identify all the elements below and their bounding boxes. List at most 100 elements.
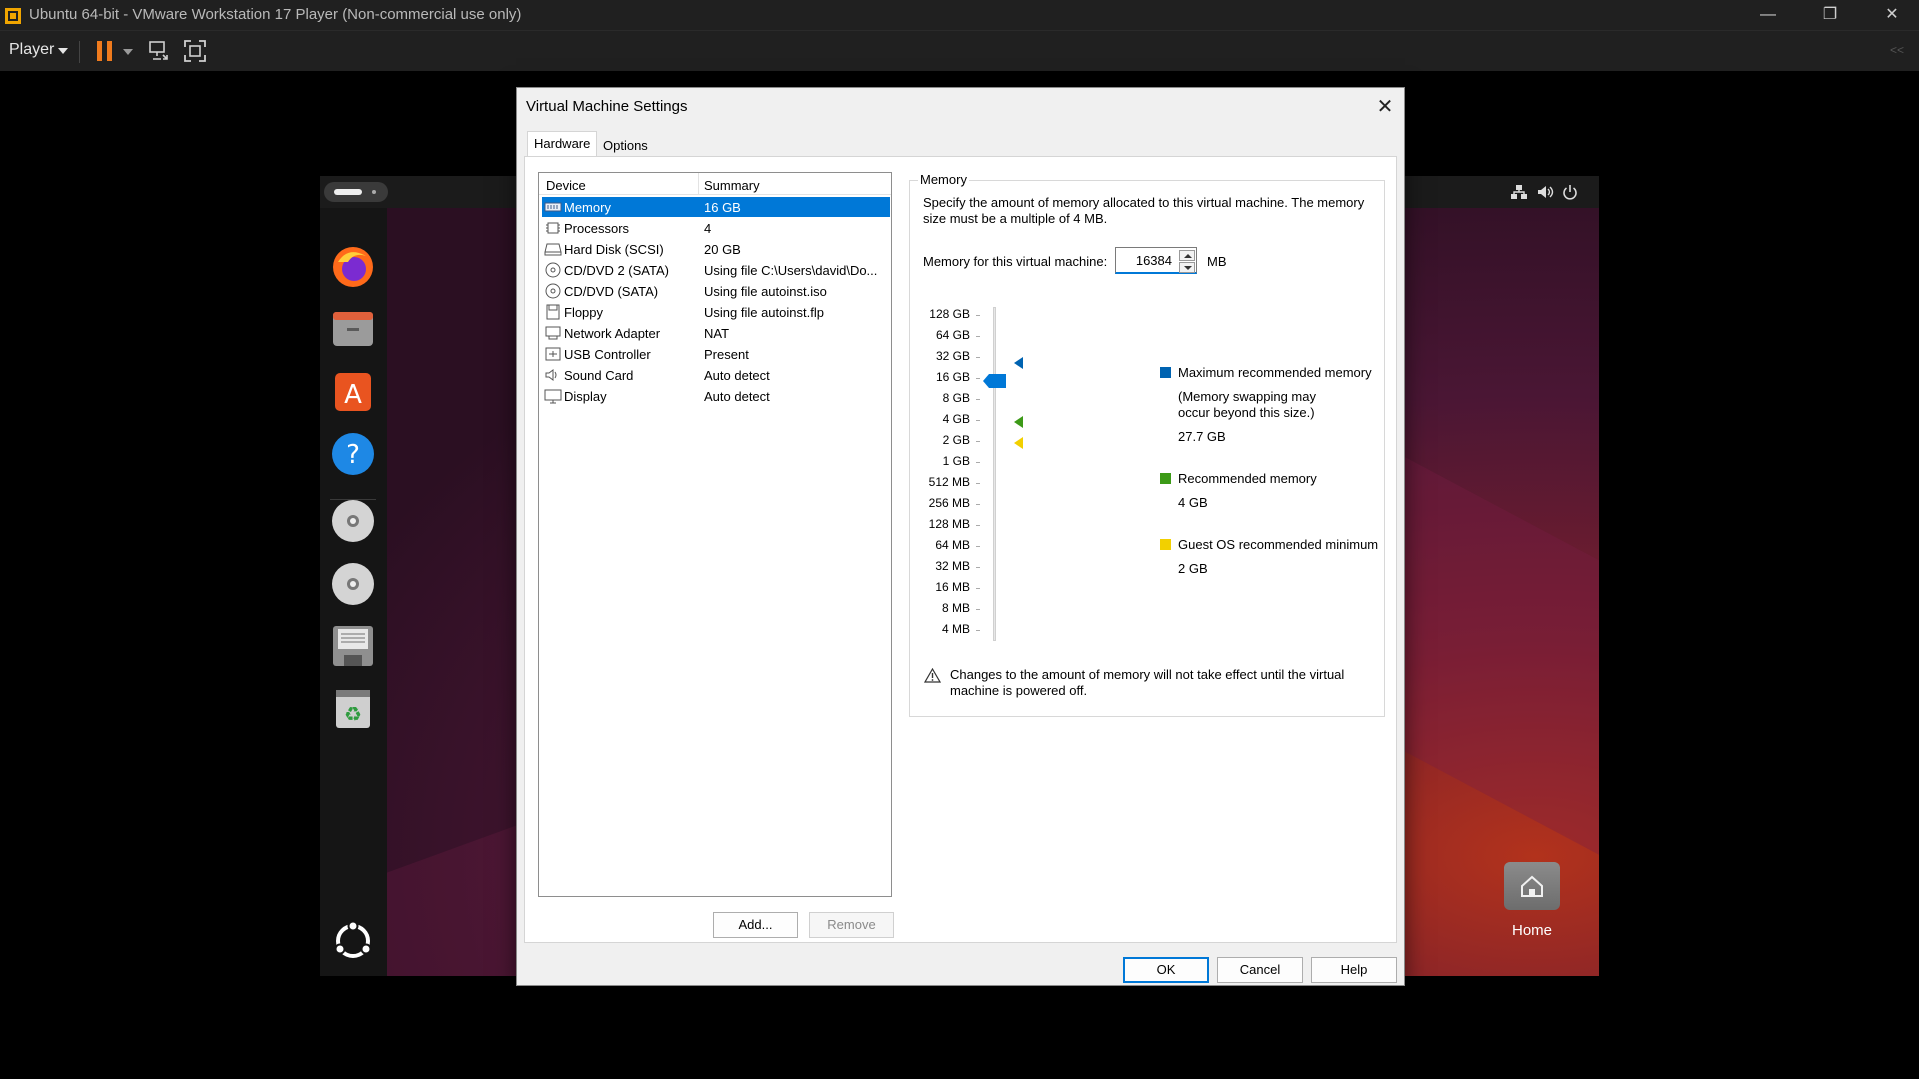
- files-icon[interactable]: [330, 306, 376, 352]
- cd-drive-icon[interactable]: [330, 498, 376, 544]
- column-header-summary[interactable]: Summary: [704, 178, 760, 193]
- device-summary: 16 GB: [704, 200, 741, 215]
- window-title: Ubuntu 64-bit - VMware Workstation 17 Pl…: [29, 6, 522, 23]
- max-recommended-note: (Memory swapping may occur beyond this s…: [1178, 389, 1316, 420]
- device-row-processors[interactable]: Processors 4: [542, 218, 890, 238]
- scale-tick: [976, 609, 980, 610]
- house-icon: [1521, 875, 1543, 897]
- recommended-label: Recommended memory: [1178, 471, 1317, 486]
- device-name: USB Controller: [564, 347, 651, 362]
- device-name: CD/DVD (SATA): [564, 284, 659, 299]
- show-apps-icon[interactable]: [330, 918, 376, 964]
- home-folder-label: Home: [1511, 922, 1552, 939]
- scale-tick: [976, 336, 980, 337]
- memory-field-label: Memory for this virtual machine:: [923, 254, 1108, 269]
- scale-tick: [976, 357, 980, 358]
- scale-tick: [976, 630, 980, 631]
- restore-icon[interactable]: ❐: [1799, 0, 1861, 30]
- add-device-button[interactable]: Add...: [713, 912, 798, 938]
- guest-dock: A ? ♻: [320, 208, 387, 976]
- max-recommended-value: 27.7 GB: [1178, 429, 1226, 444]
- collapse-toolbar-button[interactable]: <<: [1890, 43, 1904, 57]
- player-menu-button[interactable]: Player: [9, 41, 54, 59]
- device-row-memory[interactable]: Memory 16 GB: [542, 197, 890, 217]
- device-row-usb-controller[interactable]: USB Controller Present: [542, 344, 890, 364]
- device-summary: NAT: [704, 326, 730, 341]
- max-recommended-swatch: [1160, 367, 1171, 378]
- scale-label: 32 GB: [935, 349, 970, 363]
- scale-label: 4 GB: [942, 412, 970, 426]
- scale-tick: [976, 441, 980, 442]
- device-row-hard-disk[interactable]: Hard Disk (SCSI) 20 GB: [542, 239, 890, 259]
- column-divider[interactable]: [698, 173, 699, 195]
- guest-minimum-value: 2 GB: [1178, 561, 1208, 576]
- fullscreen-icon[interactable]: [183, 39, 207, 63]
- ok-button[interactable]: OK: [1123, 957, 1209, 983]
- minimize-icon[interactable]: —: [1737, 0, 1799, 30]
- device-row-cd-dvd[interactable]: CD/DVD (SATA) Using file autoinst.iso: [542, 281, 890, 301]
- app-center-icon[interactable]: A: [330, 369, 376, 415]
- chevron-down-icon[interactable]: [58, 48, 68, 54]
- scale-tick: [976, 315, 980, 316]
- device-row-network-adapter[interactable]: Network Adapter NAT: [542, 323, 890, 343]
- device-list-header: Device Summary: [539, 173, 891, 195]
- power-icon[interactable]: [1561, 183, 1579, 201]
- hardware-tab-panel: Device Summary Memory 16 GB Processors 4…: [524, 156, 1397, 943]
- hard-disk-icon: [544, 243, 562, 256]
- device-summary: Using file C:\Users\david\Do...: [704, 263, 878, 278]
- device-name: Sound Card: [564, 368, 634, 383]
- trash-icon[interactable]: ♻: [330, 686, 376, 732]
- scale-tick: [976, 504, 980, 505]
- floppy-icon[interactable]: [330, 623, 376, 669]
- device-summary: 4: [704, 221, 712, 236]
- recommended-swatch: [1160, 473, 1171, 484]
- device-list[interactable]: Device Summary Memory 16 GB Processors 4…: [538, 172, 892, 897]
- remove-device-button[interactable]: Remove: [809, 912, 894, 938]
- help-button[interactable]: Help: [1311, 957, 1397, 983]
- memory-group-title: Memory: [918, 172, 969, 187]
- volume-icon[interactable]: [1536, 183, 1554, 201]
- cd-drive-icon[interactable]: [330, 561, 376, 607]
- tab-hardware[interactable]: Hardware: [527, 131, 598, 157]
- scale-tick: [976, 483, 980, 484]
- scale-label: 32 MB: [935, 559, 970, 573]
- memory-decrement-button[interactable]: [1179, 262, 1195, 273]
- column-header-device[interactable]: Device: [546, 178, 586, 193]
- firefox-icon[interactable]: [330, 244, 376, 290]
- device-row-display[interactable]: Display Auto detect: [542, 386, 890, 406]
- device-name: Memory: [564, 200, 611, 215]
- floppy-icon: [546, 304, 560, 320]
- close-icon[interactable]: ✕: [1861, 0, 1919, 30]
- activities-button[interactable]: [324, 182, 388, 202]
- vm-settings-dialog: Virtual Machine Settings ✕ Hardware Opti…: [516, 87, 1405, 986]
- scale-label: 64 GB: [935, 328, 970, 342]
- scale-label: 64 MB: [935, 538, 970, 552]
- network-icon[interactable]: [1510, 183, 1528, 201]
- max-recommended-marker: [1014, 357, 1023, 369]
- scale-label: 2 GB: [942, 433, 970, 447]
- device-row-floppy[interactable]: Floppy Using file autoinst.flp: [542, 302, 890, 322]
- memory-slider-track[interactable]: [993, 307, 996, 641]
- power-options-chevron-icon[interactable]: [123, 49, 133, 55]
- pause-icon[interactable]: [97, 41, 113, 61]
- device-name: Hard Disk (SCSI): [564, 242, 664, 257]
- device-name: Processors: [564, 221, 630, 236]
- scale-label: 256 MB: [928, 496, 970, 510]
- home-folder-icon[interactable]: [1504, 862, 1560, 910]
- close-icon[interactable]: ✕: [1370, 94, 1400, 120]
- send-ctrl-alt-del-icon[interactable]: [147, 39, 171, 63]
- memory-slider-thumb[interactable]: [983, 374, 1006, 388]
- memory-increment-button[interactable]: [1179, 250, 1195, 261]
- cancel-button[interactable]: Cancel: [1217, 957, 1303, 983]
- guest-minimum-label: Guest OS recommended minimum: [1178, 537, 1379, 552]
- scale-label: 1 GB: [942, 454, 970, 468]
- device-row-cd-dvd-2[interactable]: CD/DVD 2 (SATA) Using file C:\Users\davi…: [542, 260, 890, 280]
- guest-minimum-marker: [1014, 437, 1023, 449]
- tab-options[interactable]: Options: [597, 134, 654, 158]
- scale-label: 128 MB: [928, 517, 970, 531]
- scale-label: 128 GB: [929, 307, 970, 321]
- device-row-sound-card[interactable]: Sound Card Auto detect: [542, 365, 890, 385]
- help-icon[interactable]: ?: [330, 431, 376, 477]
- network-adapter-icon: [545, 326, 561, 340]
- svg-text:A: A: [344, 380, 362, 410]
